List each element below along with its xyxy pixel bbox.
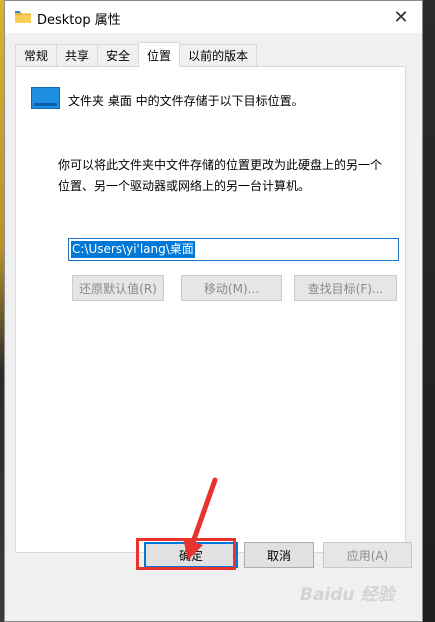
- desktop-folder-icon: [31, 87, 60, 109]
- location-description: 文件夹 桌面 中的文件存储于以下目标位置。: [68, 94, 304, 108]
- title-bar: Desktop 属性 ✕: [5, 1, 422, 33]
- dialog-body: 常规 共享 安全 位置 以前的版本 文件夹 桌面 中的文件存储于以下目标位置。 …: [5, 33, 422, 621]
- folder-icon: [15, 11, 31, 23]
- restore-default-button[interactable]: 还原默认值(R): [72, 275, 164, 301]
- move-button[interactable]: 移动(M)...: [181, 275, 282, 301]
- cancel-button[interactable]: 取消: [244, 542, 314, 568]
- location-path-input[interactable]: C:\Users\yi'lang\桌面: [68, 238, 399, 261]
- ok-button[interactable]: 确定: [144, 542, 238, 568]
- location-panel: 文件夹 桌面 中的文件存储于以下目标位置。 你可以将此文件夹中文件存储的位置更改…: [15, 66, 406, 553]
- tab-sharing[interactable]: 共享: [56, 44, 99, 66]
- window-title: Desktop 属性: [37, 13, 121, 28]
- tab-general[interactable]: 常规: [15, 44, 58, 66]
- watermark: Baidu 经验: [300, 585, 395, 605]
- apply-button[interactable]: 应用(A): [323, 542, 412, 568]
- tab-previous-versions[interactable]: 以前的版本: [179, 44, 258, 66]
- close-icon: ✕: [393, 6, 409, 28]
- properties-dialog: Desktop 属性 ✕ 常规 共享 安全 位置 以前的版本 文件夹 桌面 中的…: [4, 0, 423, 622]
- location-path-value: C:\Users\yi'lang\桌面: [71, 241, 195, 258]
- close-button[interactable]: ✕: [388, 4, 414, 30]
- tab-location[interactable]: 位置: [138, 42, 181, 67]
- tab-security[interactable]: 安全: [97, 44, 140, 66]
- tab-strip: 常规 共享 安全 位置 以前的版本: [15, 42, 258, 67]
- desktop-background-right: [423, 0, 435, 622]
- find-target-button[interactable]: 查找目标(F)...: [294, 275, 397, 301]
- location-help-text: 你可以将此文件夹中文件存储的位置更改为此硬盘上的另一个位置、另一个驱动器或网络上…: [58, 158, 383, 193]
